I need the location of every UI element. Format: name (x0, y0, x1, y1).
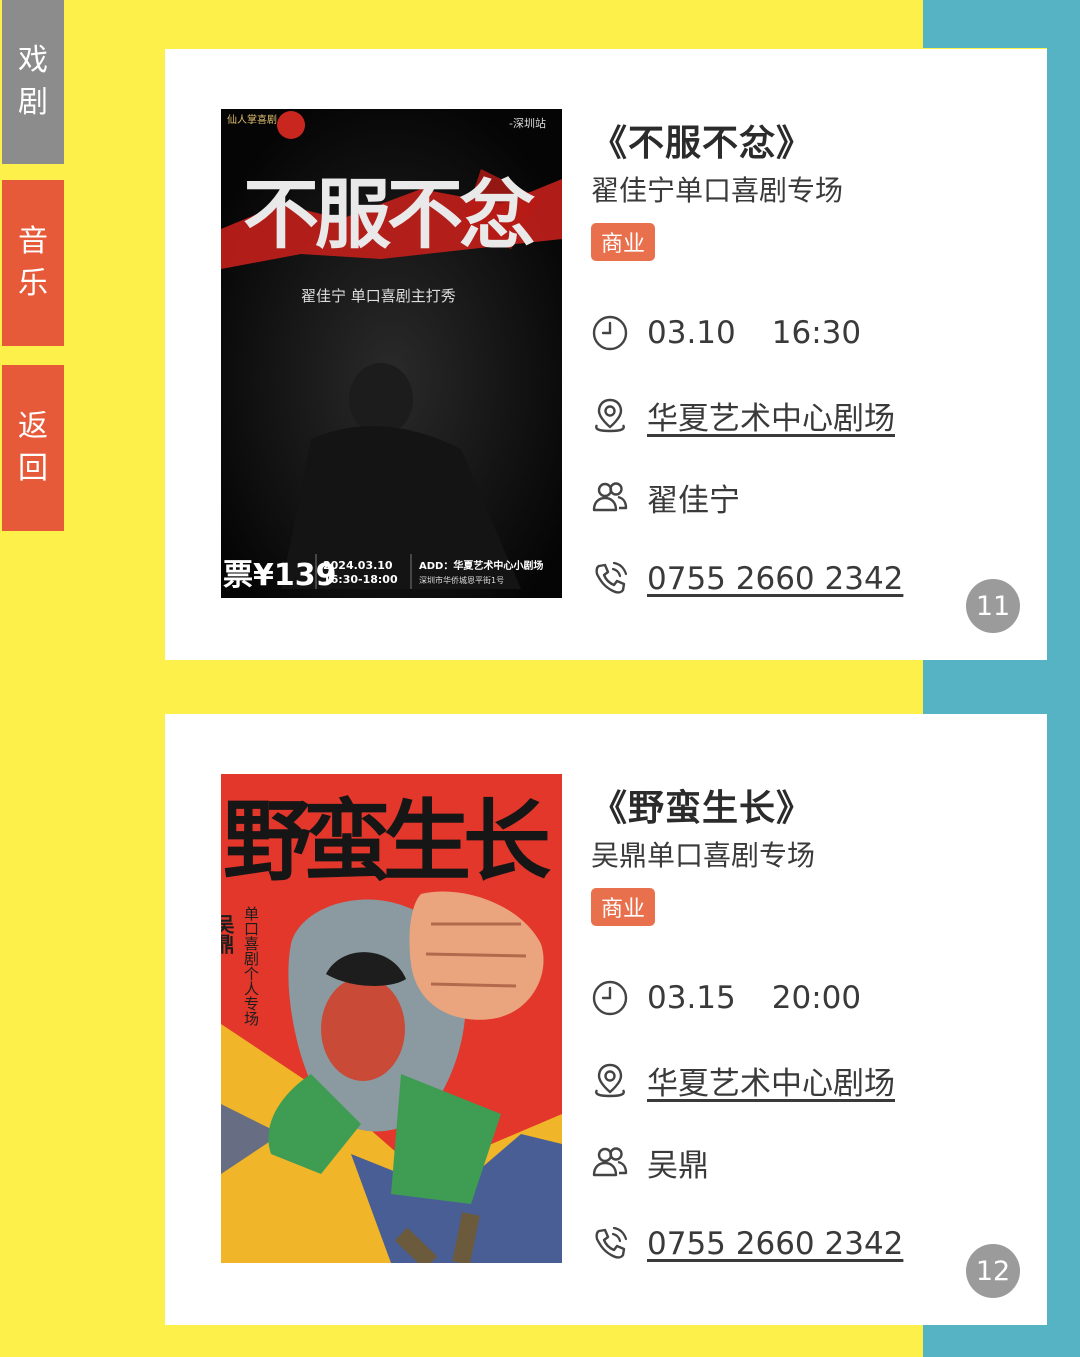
event-performer: 翟佳宁 (647, 482, 740, 519)
clock-icon (592, 315, 628, 351)
svg-text:野蛮生长: 野蛮生长 (223, 790, 551, 893)
people-icon (592, 482, 628, 512)
clock-icon (592, 980, 628, 1016)
tab-label: 剧 (18, 85, 48, 120)
event-venue-row: 华夏艺术中心剧场 (591, 393, 895, 437)
event-card[interactable]: 仙人掌喜剧 -深圳站 不服不忿 翟佳宁 单口喜剧主打秀 票¥139 2024.0… (165, 49, 1047, 660)
tab-label: 戏 (18, 43, 48, 78)
event-poster[interactable]: 野蛮生长 吴鼎 单口喜剧个人专场 (221, 774, 562, 1263)
venue-link[interactable]: 华夏艺术中心剧场 (647, 1058, 895, 1103)
svg-text:-深圳站: -深圳站 (509, 116, 546, 130)
event-performer: 吴鼎 (647, 1147, 709, 1184)
category-tag: 商业 (591, 888, 656, 926)
svg-text:不服不忿: 不服不忿 (243, 170, 535, 259)
people-icon (592, 1147, 628, 1177)
svg-text:16:30-18:00: 16:30-18:00 (323, 573, 398, 586)
event-time-row: 03.15 20:00 (591, 976, 861, 1020)
tab-music[interactable]: 音 乐 (2, 180, 64, 346)
poster-image: 野蛮生长 吴鼎 单口喜剧个人专场 (221, 774, 562, 1263)
event-time: 16:30 (771, 315, 862, 351)
event-performer-row: 翟佳宁 (591, 475, 740, 519)
svg-text:吴鼎: 吴鼎 (221, 914, 235, 955)
back-button[interactable]: 返 回 (2, 365, 64, 531)
decor-band (923, 1325, 1080, 1357)
event-subtitle: 翟佳宁单口喜剧专场 (591, 174, 844, 207)
tab-label: 回 (18, 451, 48, 486)
phone-icon (595, 561, 628, 594)
svg-text:票¥139: 票¥139 (223, 558, 337, 593)
event-phone-row: 0755 2660 2342 (591, 557, 903, 601)
svg-text:单口喜剧个人专场: 单口喜剧个人专场 (242, 906, 260, 1027)
tab-label: 乐 (18, 266, 48, 301)
event-time-row: 03.10 16:30 (591, 311, 861, 355)
event-time: 20:00 (771, 980, 862, 1016)
event-subtitle: 吴鼎单口喜剧专场 (591, 839, 816, 872)
event-card[interactable]: 野蛮生长 吴鼎 单口喜剧个人专场 《野蛮生长》 吴鼎单口喜剧专场 商业 03.1… (165, 714, 1047, 1325)
svg-text:深圳市华侨城恩平街1号: 深圳市华侨城恩平街1号 (419, 575, 504, 585)
event-phone-row: 0755 2660 2342 (591, 1222, 903, 1266)
event-date: 03.10 (647, 315, 736, 351)
category-tag: 商业 (591, 223, 656, 261)
poster-image: 仙人掌喜剧 -深圳站 不服不忿 翟佳宁 单口喜剧主打秀 票¥139 2024.0… (221, 109, 562, 598)
tab-drama[interactable]: 戏 剧 (2, 0, 64, 164)
event-performer-row: 吴鼎 (591, 1140, 709, 1184)
phone-link[interactable]: 0755 2660 2342 (647, 561, 903, 597)
event-date: 03.15 (647, 980, 736, 1016)
tab-label: 返 (18, 409, 48, 444)
svg-text:仙人掌喜剧: 仙人掌喜剧 (227, 113, 277, 126)
svg-text:2024.03.10: 2024.03.10 (323, 559, 393, 572)
svg-text:ADD：华夏艺术中心小剧场: ADD：华夏艺术中心小剧场 (419, 559, 543, 572)
venue-link[interactable]: 华夏艺术中心剧场 (647, 393, 895, 438)
location-pin-icon (595, 1063, 625, 1098)
event-venue-row: 华夏艺术中心剧场 (591, 1058, 895, 1102)
location-pin-icon (595, 398, 625, 433)
tab-label: 音 (18, 224, 48, 259)
page-number-badge: 11 (966, 579, 1020, 633)
page-number-badge: 12 (966, 1244, 1020, 1298)
phone-link[interactable]: 0755 2660 2342 (647, 1226, 903, 1262)
decor-band (923, 660, 1080, 715)
event-title: 《野蛮生长》 (591, 788, 814, 829)
svg-text:翟佳宁 单口喜剧主打秀: 翟佳宁 单口喜剧主打秀 (301, 287, 456, 305)
event-poster[interactable]: 仙人掌喜剧 -深圳站 不服不忿 翟佳宁 单口喜剧主打秀 票¥139 2024.0… (221, 109, 562, 598)
phone-icon (595, 1226, 628, 1259)
event-title: 《不服不忿》 (591, 123, 814, 164)
